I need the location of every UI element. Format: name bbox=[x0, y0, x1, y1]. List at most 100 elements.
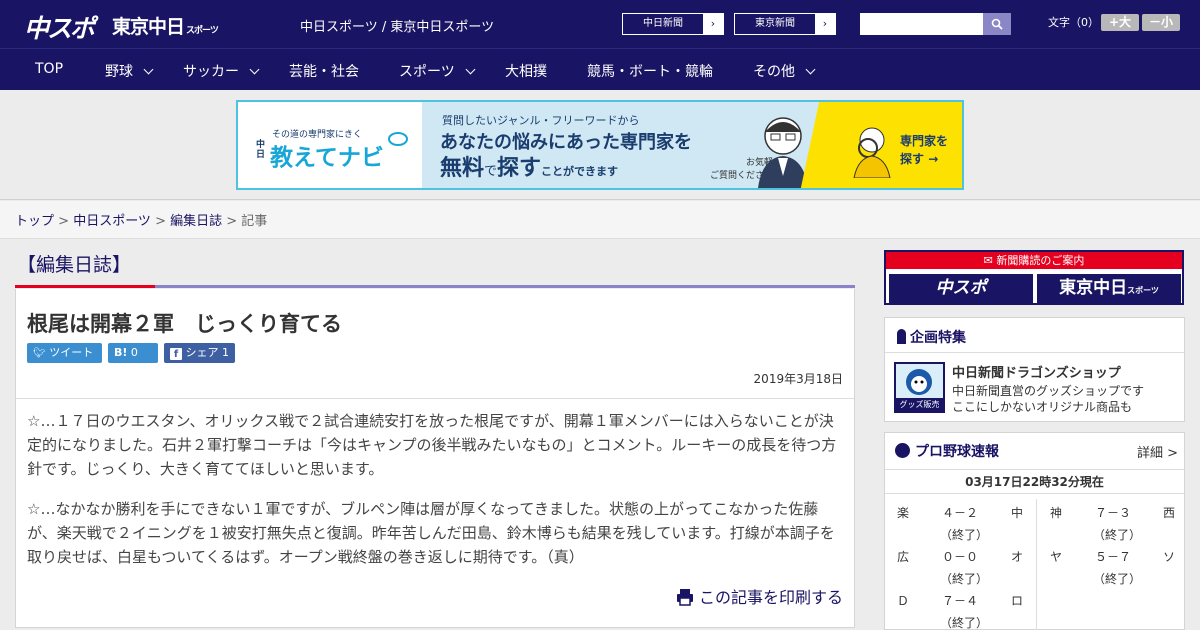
nav-sports[interactable]: スポーツ bbox=[399, 61, 476, 81]
subscription-heading-text: 新聞購読のご案内 bbox=[996, 254, 1085, 267]
banner-cta2: 探す → bbox=[900, 150, 948, 168]
chevron-down-icon bbox=[249, 64, 260, 75]
special-divider bbox=[885, 352, 1184, 353]
nav-soccer-label: サッカー bbox=[183, 64, 239, 80]
game-home: Ｄ bbox=[897, 594, 910, 608]
font-larger-button[interactable]: +大 bbox=[1101, 14, 1139, 31]
article-paragraph-2: ☆…なかなか勝利を手にできない１軍ですが、ブルペン陣は層が厚くなってきました。状… bbox=[27, 500, 835, 566]
subscribe-tokyo-button[interactable]: 東京中日スポーツ bbox=[1037, 274, 1181, 303]
subscription-heading: ✉ 新聞購読のご案内 bbox=[886, 252, 1182, 269]
breadcrumb-sep: > bbox=[150, 214, 171, 229]
baseball-scores-box: プロ野球速報 詳細 > 03月17日22時32分現在 楽 ４－２ 中 （終了） … bbox=[884, 432, 1185, 630]
breadcrumb-sep: > bbox=[54, 214, 74, 229]
nav-top[interactable]: TOP bbox=[35, 61, 63, 77]
font-size-label: 文字（0） bbox=[1048, 16, 1099, 29]
baseball-more-link[interactable]: 詳細 > bbox=[1137, 442, 1178, 461]
banner-cta: 専門家を探す → bbox=[900, 132, 948, 168]
nav-entertainment-label: 芸能・社会 bbox=[289, 64, 359, 80]
breadcrumb-diary[interactable]: 編集日誌 bbox=[170, 214, 222, 229]
banner-line1: 質問したいジャンル・フリーワードから bbox=[442, 114, 640, 127]
chuspo-logo[interactable]: 中スポ bbox=[24, 9, 95, 45]
oshiete-navi-banner[interactable]: その道の専門家にきく 中日 教えてナビ 質問したいジャンル・フリーワードから あ… bbox=[236, 100, 964, 190]
nav-sumo[interactable]: 大相撲 bbox=[505, 61, 547, 81]
tokyo-chunichi-logo-sub: スポーツ bbox=[186, 26, 219, 36]
game-home: 楽 bbox=[897, 506, 910, 520]
banner-brand-prefix: 中日 bbox=[256, 140, 266, 160]
game-home: 広 bbox=[897, 550, 910, 564]
nav-top-label: TOP bbox=[35, 61, 64, 77]
breadcrumb-home[interactable]: トップ bbox=[15, 214, 54, 229]
article-divider bbox=[16, 398, 854, 399]
baseball-heading: プロ野球速報 bbox=[895, 441, 999, 461]
category-underline bbox=[15, 285, 155, 288]
chevron-down-icon bbox=[805, 64, 816, 75]
nav-soccer[interactable]: サッカー bbox=[183, 61, 260, 81]
article-paragraph-1: ☆…１７日のウエスタン、オリックス戦で２試合連続安打を放った根尾ですが、開幕１軍… bbox=[27, 412, 837, 478]
breadcrumb-current: 記事 bbox=[241, 214, 268, 229]
font-smaller-button[interactable]: －小 bbox=[1142, 14, 1180, 31]
dragons-shop-image[interactable]: グッズ販売中 bbox=[894, 362, 945, 422]
article-title: 根尾は開幕２軍 じっくり育てる bbox=[27, 312, 342, 336]
subscribe-chuspo-button[interactable]: 中スポ bbox=[889, 274, 1033, 303]
game-away: オ bbox=[1011, 550, 1024, 564]
search-box bbox=[860, 13, 1011, 35]
print-article-link[interactable]: この記事を印刷する bbox=[676, 584, 843, 608]
subscription-box: ✉ 新聞購読のご案内 中スポ 東京中日スポーツ bbox=[884, 250, 1184, 305]
site-title: 中日スポーツ / 東京中日スポーツ bbox=[300, 20, 495, 35]
hatena-button[interactable]: B! 0 bbox=[108, 343, 158, 363]
game-home: ヤ bbox=[1050, 550, 1063, 564]
newspaper-icon: ✉ bbox=[983, 254, 993, 267]
baseball-divider bbox=[885, 493, 1184, 494]
subscribe-tokyo-label: 東京中日 bbox=[1059, 278, 1128, 298]
search-input[interactable] bbox=[860, 13, 983, 35]
breadcrumb-sep: > bbox=[222, 214, 242, 229]
chunichi-shimbun-label: 中日新聞 bbox=[643, 18, 683, 29]
share-label: シェア bbox=[185, 346, 219, 359]
breadcrumb-chuspo[interactable]: 中日スポーツ bbox=[73, 214, 151, 229]
game-status: （終了） bbox=[940, 528, 989, 542]
nav-sumo-label: 大相撲 bbox=[505, 64, 547, 80]
facebook-share-button[interactable]: f シェア 1 bbox=[164, 343, 235, 363]
breadcrumb: トップ > 中日スポーツ > 編集日誌 > 記事 bbox=[0, 201, 1200, 239]
game-score: ７－３ bbox=[1095, 506, 1132, 520]
chevron-right-icon: › bbox=[815, 14, 835, 34]
dragons-shop-title[interactable]: 中日新聞ドラゴンズショップ bbox=[952, 362, 1121, 381]
search-button[interactable] bbox=[983, 13, 1011, 35]
speech-bubble-icon bbox=[388, 132, 408, 146]
tokyo-chunichi-logo[interactable]: 東京中日 スポーツ bbox=[112, 12, 219, 39]
subscribe-tokyo-small: スポーツ bbox=[1127, 286, 1159, 295]
nav-entertainment[interactable]: 芸能・社会 bbox=[289, 61, 359, 81]
special-features-heading: 企画特集 bbox=[897, 327, 966, 347]
print-label: この記事を印刷する bbox=[698, 588, 843, 607]
banner-cta1: 専門家を bbox=[900, 134, 949, 148]
game-away: 西 bbox=[1163, 506, 1176, 520]
site-header: 中スポ 東京中日 スポーツ 中日スポーツ / 東京中日スポーツ 中日新聞 › 東京新… bbox=[0, 0, 1200, 48]
chunichi-shimbun-link[interactable]: 中日新聞 › bbox=[622, 13, 724, 35]
hatena-icon: B! bbox=[114, 346, 128, 359]
category-heading: 【編集日誌】 bbox=[15, 248, 855, 288]
share-count: 1 bbox=[222, 346, 229, 359]
nav-baseball[interactable]: 野球 bbox=[105, 61, 154, 81]
special-features-title: 企画特集 bbox=[910, 330, 966, 346]
scores-column-divider bbox=[1036, 499, 1037, 630]
banner-can: ことができます bbox=[541, 165, 619, 178]
nav-baseball-label: 野球 bbox=[105, 64, 133, 80]
banner-line3: 無料で探すことができます bbox=[440, 150, 618, 182]
game-status: （終了） bbox=[940, 572, 989, 586]
nav-racing[interactable]: 競馬・ボート・競輪 bbox=[587, 61, 713, 81]
nav-other-label: その他 bbox=[753, 64, 795, 80]
nav-other[interactable]: その他 bbox=[753, 61, 816, 81]
special-features-box: 企画特集 グッズ販売中 中日新聞ドラゴンズショップ 中日新聞直営のグッズショップ… bbox=[884, 317, 1185, 422]
tokyo-shimbun-link[interactable]: 東京新聞 › bbox=[734, 13, 836, 35]
hatena-count: 0 bbox=[130, 346, 138, 359]
tweet-label: ツイート bbox=[49, 346, 94, 359]
nav-sports-label: スポーツ bbox=[399, 64, 455, 80]
baseball-title: プロ野球速報 bbox=[915, 444, 999, 460]
tweet-button[interactable]: 🐦︎ ツイート bbox=[27, 343, 102, 363]
mascot-icon bbox=[906, 369, 932, 395]
tokyo-chunichi-logo-text: 東京中日 bbox=[112, 16, 185, 38]
dragons-shop-desc1: 中日新聞直営のグッズショップです bbox=[952, 384, 1145, 398]
nav-racing-label: 競馬・ボート・競輪 bbox=[587, 64, 713, 80]
game-status: （終了） bbox=[940, 616, 989, 630]
baseball-time: 03月17日22時32分現在 bbox=[965, 475, 1104, 489]
